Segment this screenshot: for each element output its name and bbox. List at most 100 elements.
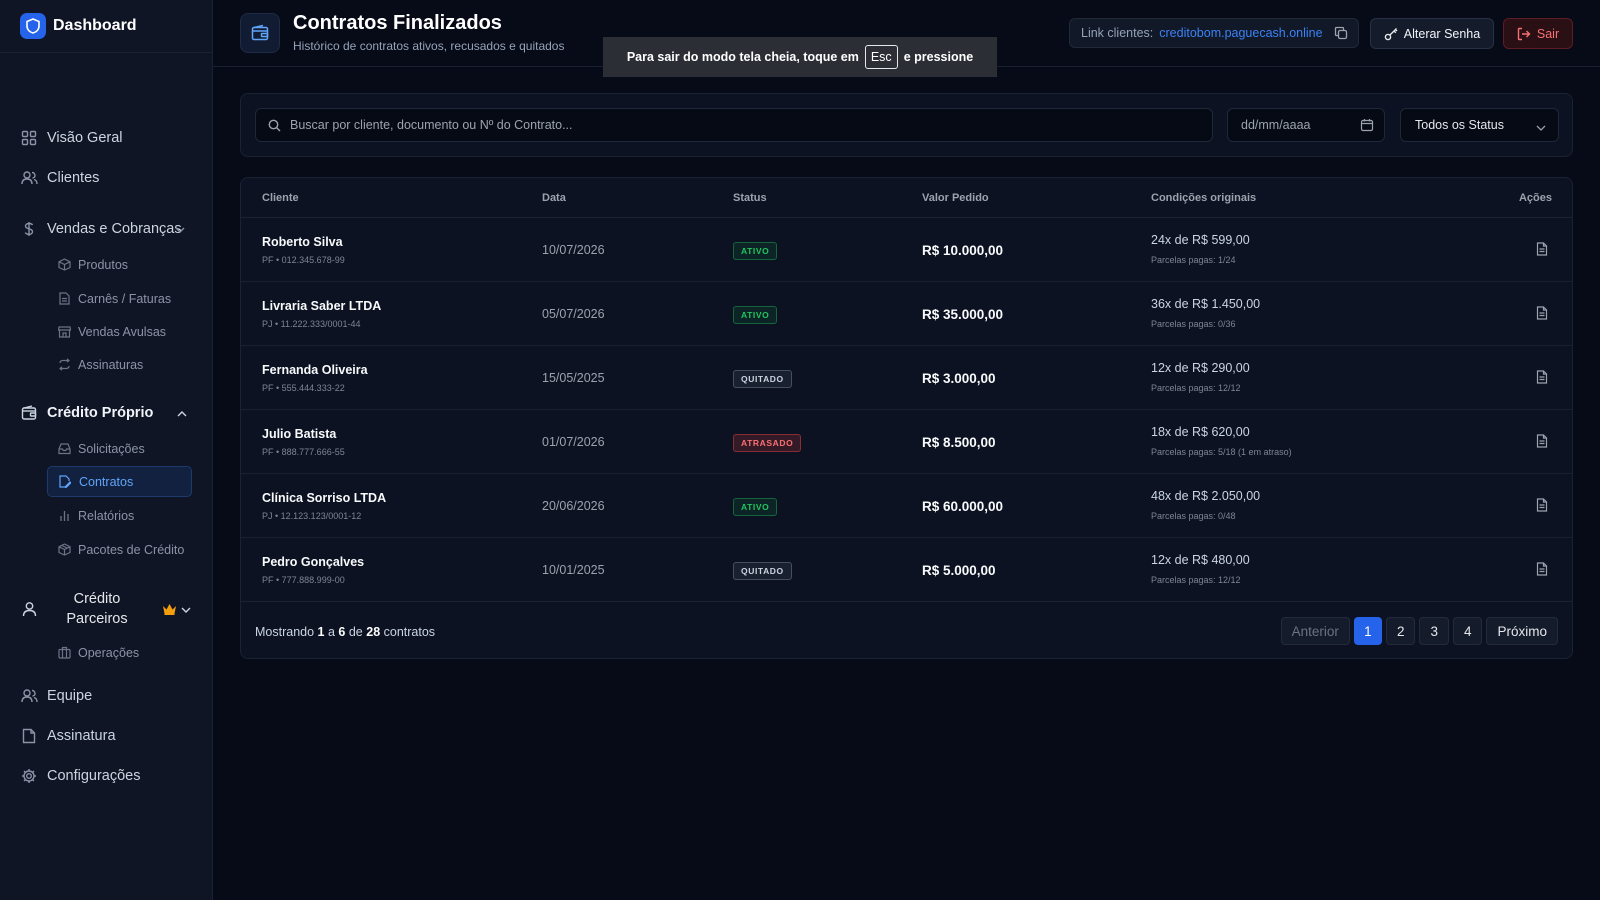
installments-paid: Parcelas pagas: 0/48 bbox=[1151, 511, 1236, 521]
table-footer: Mostrando 1 a 6 de 28 contratos Anterior… bbox=[241, 603, 1572, 658]
logout-label: Sair bbox=[1536, 26, 1560, 41]
requested-value: R$ 10.000,00 bbox=[922, 243, 1004, 258]
briefcase-icon bbox=[57, 646, 71, 660]
summary-total: 28 bbox=[366, 625, 381, 639]
sidebar-item-label: Assinatura bbox=[47, 728, 116, 744]
copy-icon[interactable] bbox=[1334, 26, 1348, 43]
calendar-icon[interactable] bbox=[1360, 118, 1374, 137]
column-header-actions: Ações bbox=[1518, 192, 1552, 204]
requested-value: R$ 3.000,00 bbox=[922, 371, 996, 386]
sidebar-item-label: Equipe bbox=[47, 688, 93, 704]
summary-showing: Mostrando bbox=[255, 625, 315, 639]
sidebar-item-reports[interactable]: Relatórios bbox=[47, 500, 192, 531]
client-document: PF • 012.345.678-99 bbox=[262, 255, 345, 265]
sidebar-item-label: Crédito bbox=[73, 591, 121, 607]
client-name: Livraria Saber LTDA bbox=[262, 299, 382, 313]
document-icon[interactable] bbox=[1536, 562, 1548, 581]
page-title: Contratos Finalizados bbox=[293, 12, 502, 34]
requested-value: R$ 8.500,00 bbox=[922, 435, 996, 450]
table-row[interactable]: Livraria Saber LTDA PJ • 11.222.333/0001… bbox=[241, 282, 1572, 346]
sidebar-item-partner-credit[interactable]: Crédito Parceiros bbox=[20, 588, 195, 630]
logout-button[interactable]: Sair bbox=[1503, 18, 1573, 49]
sidebar-item-operations[interactable]: Operações bbox=[47, 637, 192, 668]
page-button-3[interactable]: 3 bbox=[1419, 617, 1449, 645]
change-password-button[interactable]: Alterar Senha bbox=[1370, 18, 1494, 49]
table-row[interactable]: Clínica Sorriso LTDA PJ • 12.123.123/000… bbox=[241, 474, 1572, 538]
page-button-2[interactable]: 2 bbox=[1385, 617, 1416, 645]
wallet-icon bbox=[240, 13, 280, 53]
status-badge: QUITADO bbox=[733, 562, 792, 580]
previous-page-button[interactable]: Anterior bbox=[1280, 617, 1350, 645]
box-icon bbox=[57, 258, 71, 272]
client-name: Fernanda Oliveira bbox=[262, 363, 368, 377]
summary-to: 6 bbox=[338, 625, 346, 639]
sidebar: Dashboard Visão Geral Clientes Vendas e … bbox=[0, 0, 213, 900]
sidebar-item-label: Solicitações bbox=[78, 441, 145, 456]
sidebar-item-label: Carnês / Faturas bbox=[78, 291, 172, 306]
search-box bbox=[255, 108, 1213, 142]
date-filter bbox=[1227, 108, 1385, 142]
client-document: PF • 888.777.666-55 bbox=[262, 447, 345, 457]
page-button-4[interactable]: 4 bbox=[1452, 617, 1483, 645]
contract-date: 15/05/2025 bbox=[542, 371, 605, 385]
sidebar-item-sales[interactable]: Vendas e Cobranças bbox=[20, 220, 195, 238]
sidebar-item-contracts[interactable]: Contratos bbox=[47, 466, 192, 497]
brand[interactable]: Dashboard bbox=[0, 0, 212, 53]
table-row[interactable]: Julio Batista PF • 888.777.666-55 01/07/… bbox=[241, 410, 1572, 474]
page-button-1[interactable]: 1 bbox=[1353, 617, 1382, 645]
sidebar-item-subscriptions[interactable]: Assinaturas bbox=[47, 349, 192, 380]
document-icon[interactable] bbox=[1536, 498, 1548, 517]
client-document: PF • 777.888.999-00 bbox=[262, 575, 345, 585]
column-header-date: Data bbox=[542, 192, 566, 204]
search-icon bbox=[268, 119, 281, 132]
sidebar-item-settings[interactable]: Configurações bbox=[20, 767, 195, 785]
user-icon bbox=[20, 600, 38, 618]
status-select[interactable]: Todos os Status bbox=[1400, 108, 1559, 142]
sidebar-item-single-sales[interactable]: Vendas Avulsas bbox=[47, 316, 192, 347]
sidebar-item-subscription[interactable]: Assinatura bbox=[20, 727, 195, 745]
search-input[interactable] bbox=[290, 118, 1212, 132]
original-conditions: 18x de R$ 620,00 bbox=[1151, 425, 1250, 439]
installments-paid: Parcelas pagas: 5/18 (1 em atraso) bbox=[1151, 447, 1292, 457]
column-header-status: Status bbox=[733, 192, 767, 204]
sidebar-item-clients[interactable]: Clientes bbox=[20, 169, 195, 187]
client-name: Clínica Sorriso LTDA bbox=[262, 491, 387, 505]
sidebar-item-team[interactable]: Equipe bbox=[20, 687, 195, 705]
installments-paid: Parcelas pagas: 12/12 bbox=[1151, 383, 1241, 393]
sidebar-item-label: Pacotes de Crédito bbox=[78, 542, 185, 557]
requested-value: R$ 60.000,00 bbox=[922, 499, 1004, 514]
table-row[interactable]: Roberto Silva PF • 012.345.678-99 10/07/… bbox=[241, 218, 1572, 282]
sidebar-item-label: Produtos bbox=[78, 257, 129, 272]
sidebar-item-label: Vendas e Cobranças bbox=[47, 221, 182, 237]
installments-paid: Parcelas pagas: 1/24 bbox=[1151, 255, 1236, 265]
sidebar-item-invoices[interactable]: Carnês / Faturas bbox=[47, 283, 192, 314]
document-icon[interactable] bbox=[1536, 242, 1548, 261]
client-link-box: Link clientes: creditobom.paguecash.onli… bbox=[1069, 18, 1359, 48]
sidebar-item-overview[interactable]: Visão Geral bbox=[20, 129, 195, 147]
next-page-button[interactable]: Próximo bbox=[1486, 617, 1558, 645]
status-select-value: Todos os Status bbox=[1415, 118, 1504, 132]
sidebar-item-products[interactable]: Produtos bbox=[47, 249, 192, 280]
document-icon[interactable] bbox=[1536, 306, 1548, 325]
sidebar-item-label: Crédito Próprio bbox=[47, 405, 154, 421]
sidebar-item-label: Parceiros bbox=[66, 611, 128, 627]
chevron-down-icon bbox=[181, 601, 191, 617]
installments-paid: Parcelas pagas: 12/12 bbox=[1151, 575, 1241, 585]
sidebar-item-own-credit[interactable]: Crédito Próprio bbox=[20, 404, 195, 422]
users-icon bbox=[20, 687, 38, 705]
sidebar-item-credit-packages[interactable]: Pacotes de Crédito bbox=[47, 534, 192, 565]
pagination-summary: Mostrando 1 a 6 de 28 contratos bbox=[255, 625, 435, 639]
original-conditions: 12x de R$ 290,00 bbox=[1151, 361, 1250, 375]
document-icon[interactable] bbox=[1536, 434, 1548, 453]
bar-chart-icon bbox=[57, 509, 71, 523]
table-header: Cliente Data Status Valor Pedido Condiçõ… bbox=[241, 178, 1572, 218]
original-conditions: 36x de R$ 1.450,00 bbox=[1151, 297, 1261, 311]
table-row[interactable]: Pedro Gonçalves PF • 777.888.999-00 10/0… bbox=[241, 538, 1572, 602]
change-password-label: Alterar Senha bbox=[1403, 26, 1481, 41]
sidebar-item-requests[interactable]: Solicitações bbox=[47, 433, 192, 464]
status-badge: ATRASADO bbox=[733, 434, 802, 452]
table-row[interactable]: Fernanda Oliveira PF • 555.444.333-22 15… bbox=[241, 346, 1572, 410]
document-icon[interactable] bbox=[1536, 370, 1548, 389]
client-link-url[interactable]: creditobom.paguecash.online bbox=[1159, 26, 1322, 40]
gear-icon bbox=[20, 767, 38, 785]
